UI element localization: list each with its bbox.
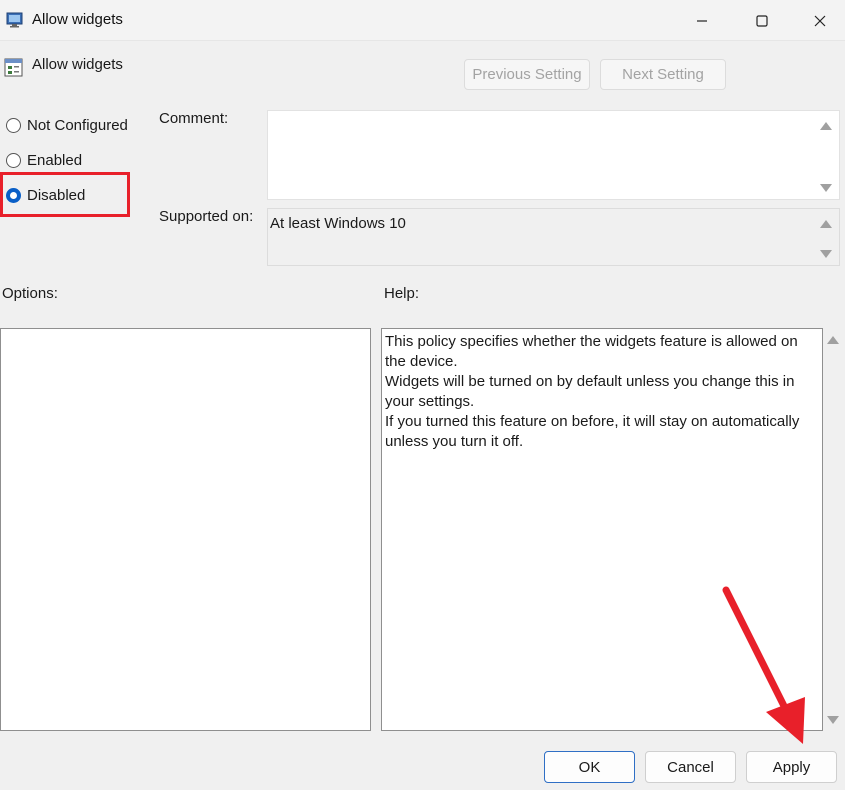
policy-setting-icon bbox=[4, 58, 23, 77]
close-button[interactable] bbox=[790, 0, 845, 41]
close-icon bbox=[814, 15, 826, 26]
scroll-down-icon[interactable] bbox=[819, 182, 833, 194]
maximize-icon bbox=[756, 14, 768, 27]
radio-label-not-configured: Not Configured bbox=[27, 117, 128, 134]
minimize-button[interactable] bbox=[672, 0, 732, 41]
apply-button[interactable]: Apply bbox=[746, 751, 837, 783]
help-paragraph: This policy specifies whether the widget… bbox=[385, 333, 798, 370]
help-label: Help: bbox=[384, 285, 420, 302]
scroll-up-icon[interactable] bbox=[826, 334, 840, 346]
scroll-up-icon[interactable] bbox=[819, 120, 833, 132]
ok-button[interactable]: OK bbox=[544, 751, 635, 783]
scroll-down-icon[interactable] bbox=[819, 248, 833, 260]
radio-label-enabled: Enabled bbox=[27, 152, 83, 169]
scroll-up-icon[interactable] bbox=[819, 218, 833, 230]
options-pane bbox=[0, 328, 371, 731]
annotation-highlight-box bbox=[0, 172, 130, 217]
group-policy-icon bbox=[6, 12, 23, 28]
help-paragraph: If you turned this feature on before, it… bbox=[385, 413, 800, 450]
radio-button[interactable] bbox=[6, 153, 21, 168]
comment-label: Comment: bbox=[159, 110, 229, 127]
window-title: Allow widgets bbox=[32, 11, 123, 28]
next-setting-button[interactable]: Next Setting bbox=[600, 59, 726, 90]
radio-enabled[interactable]: Enabled bbox=[6, 152, 82, 169]
previous-setting-button[interactable]: Previous Setting bbox=[464, 59, 590, 90]
supported-on-value: At least Windows 10 bbox=[270, 215, 406, 232]
comment-textarea[interactable] bbox=[267, 110, 840, 200]
cancel-button[interactable]: Cancel bbox=[645, 751, 736, 783]
options-label: Options: bbox=[2, 285, 58, 302]
radio-not-configured[interactable]: Not Configured bbox=[6, 117, 128, 134]
help-paragraph: Widgets will be turned on by default unl… bbox=[385, 373, 795, 410]
help-pane: This policy specifies whether the widget… bbox=[381, 328, 823, 731]
policy-title: Allow widgets bbox=[32, 56, 123, 73]
radio-button[interactable] bbox=[6, 118, 21, 133]
scroll-down-icon[interactable] bbox=[826, 714, 840, 726]
supported-on-label: Supported on: bbox=[159, 208, 254, 225]
title-bar: Allow widgets bbox=[0, 0, 845, 41]
minimize-icon bbox=[697, 19, 707, 22]
maximize-button[interactable] bbox=[732, 0, 792, 41]
